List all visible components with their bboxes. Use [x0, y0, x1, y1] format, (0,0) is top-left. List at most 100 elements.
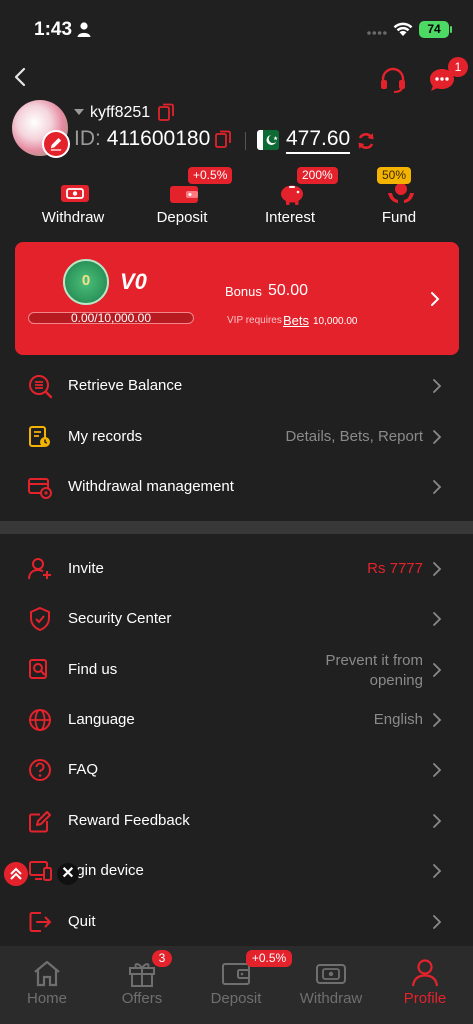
chevron-right-icon: [433, 430, 442, 444]
chevron-right-icon: [433, 379, 442, 393]
withdraw-ticket-icon: [61, 185, 89, 202]
chevron-right-icon: [433, 612, 442, 626]
chevron-right-icon: [433, 663, 442, 677]
invite-reward-value: Rs 7777: [367, 560, 423, 577]
battery-tip: [450, 26, 452, 33]
quick-action-withdraw[interactable]: Withdraw: [23, 176, 123, 232]
menu-my-records[interactable]: My records Details, Bets, Report: [0, 412, 473, 462]
find-us-icon: [29, 659, 47, 679]
copy-username-icon[interactable]: [158, 103, 174, 121]
vip-medal-level: 0: [81, 272, 91, 289]
vip-level: V0: [120, 269, 147, 294]
tab-label: Offers: [121, 990, 163, 1007]
vip-bets-link[interactable]: Bets: [283, 313, 309, 328]
globe-icon: [29, 709, 51, 731]
menu-invite[interactable]: Invite Rs 7777: [0, 544, 473, 594]
scroll-up-button[interactable]: [4, 862, 28, 886]
fund-rate-badge: 50%: [377, 167, 412, 184]
menu-label: Language: [68, 711, 135, 728]
chevron-right-icon: [433, 480, 442, 494]
refresh-icon[interactable]: [356, 131, 376, 151]
question-icon: [29, 759, 51, 781]
profile-user-icon: [411, 959, 439, 987]
tab-withdraw[interactable]: Withdraw: [284, 946, 378, 1024]
chevron-right-icon: [433, 763, 442, 777]
records-icon: [29, 426, 50, 447]
chevron-right-icon: [433, 864, 442, 878]
chevron-right-icon: [431, 292, 440, 306]
quick-action-fund[interactable]: Fund: [349, 176, 449, 232]
menu-label: ogin device: [68, 862, 144, 879]
menu-label: Reward Feedback: [68, 812, 190, 829]
menu-label: Invite: [68, 560, 104, 577]
menu-value: Details, Bets, Report: [285, 428, 423, 445]
edit-avatar-icon[interactable]: [42, 130, 70, 158]
withdraw-ticket-icon: [316, 964, 346, 984]
tab-label: Withdraw: [299, 990, 363, 1007]
quick-action-label: Withdraw: [41, 209, 105, 226]
pakistan-flag-icon: [257, 130, 279, 150]
vip-progress-bar: 0.00/10,000.00: [28, 312, 194, 324]
quick-action-label: Deposit: [156, 209, 208, 226]
find-us-value-line1: Prevent it from: [325, 652, 423, 669]
close-floating-button[interactable]: ✕: [57, 863, 79, 885]
status-bar: 1:43 74: [0, 0, 473, 60]
copy-id-icon[interactable]: [215, 130, 231, 148]
chevron-right-icon: [433, 915, 442, 929]
chevron-right-icon: [433, 562, 442, 576]
home-icon: [34, 960, 60, 987]
bottom-tab-bar: Home Offers Deposit Withdraw Profile: [0, 946, 473, 1024]
quick-action-deposit[interactable]: Deposit: [132, 176, 232, 232]
vip-card[interactable]: 0 V0 0.00/10,000.00 Bonus 50.00 VIP requ…: [15, 242, 459, 355]
vip-bonus-label: Bonus: [225, 284, 262, 299]
menu-security-center[interactable]: Security Center: [0, 594, 473, 644]
chevron-right-icon: [433, 814, 442, 828]
offers-count-badge: 3: [152, 950, 172, 967]
battery-level: 74: [427, 22, 441, 36]
chevron-right-icon: [433, 713, 442, 727]
user-id: ID: 411600180: [74, 127, 210, 151]
section-divider: [0, 521, 473, 534]
menu-label: Withdrawal management: [68, 478, 234, 495]
tab-label: Home: [26, 990, 67, 1007]
battery-indicator: 74: [419, 21, 449, 38]
back-arrow-icon[interactable]: [8, 64, 34, 90]
quick-action-interest[interactable]: Interest: [240, 176, 340, 232]
menu-find-us[interactable]: Find us Prevent it from opening: [0, 645, 473, 695]
tab-offers[interactable]: Offers: [95, 946, 189, 1024]
tab-home[interactable]: Home: [0, 946, 94, 1024]
tab-profile[interactable]: Profile: [378, 946, 472, 1024]
menu-label: FAQ: [68, 761, 99, 778]
chevron-down-icon[interactable]: [74, 109, 84, 115]
message-badge: 1: [448, 57, 468, 77]
shield-icon: [30, 606, 50, 632]
headset-support-icon[interactable]: [379, 66, 407, 94]
wifi-icon: [393, 22, 413, 36]
deposit-bonus-badge: +0.5%: [188, 167, 233, 184]
vip-requires-text: VIP requires: [227, 315, 282, 326]
tab-label: Deposit: [210, 990, 262, 1007]
menu-label: Quit: [68, 913, 96, 930]
person-status-icon: [77, 22, 91, 37]
logout-icon: [29, 912, 52, 932]
invite-user-icon: [28, 558, 51, 580]
user-id-label: ID:: [74, 127, 101, 150]
withdrawal-management-icon: [28, 478, 52, 499]
find-us-value-line2: opening: [369, 672, 423, 689]
menu-reward-feedback[interactable]: Reward Feedback: [0, 796, 473, 846]
tab-label: Profile: [403, 990, 447, 1007]
menu-retrieve-balance[interactable]: Retrieve Balance: [0, 361, 473, 411]
deposit-tab-badge: +0.5%: [246, 950, 292, 967]
menu-language[interactable]: Language English: [0, 695, 473, 745]
menu-faq[interactable]: FAQ: [0, 745, 473, 795]
menu-label: My records: [68, 428, 143, 445]
menu-label: Retrieve Balance: [68, 377, 183, 394]
menu-quit[interactable]: Quit: [0, 897, 473, 947]
language-value: English: [373, 711, 423, 728]
signal-dots-icon: [367, 31, 387, 35]
menu-withdrawal-management[interactable]: Withdrawal management: [0, 462, 473, 512]
wallet-balance: 477.60: [286, 127, 351, 154]
interest-rate-badge: 200%: [297, 167, 338, 184]
close-icon: ✕: [61, 865, 75, 882]
quick-action-label: Interest: [264, 209, 316, 226]
